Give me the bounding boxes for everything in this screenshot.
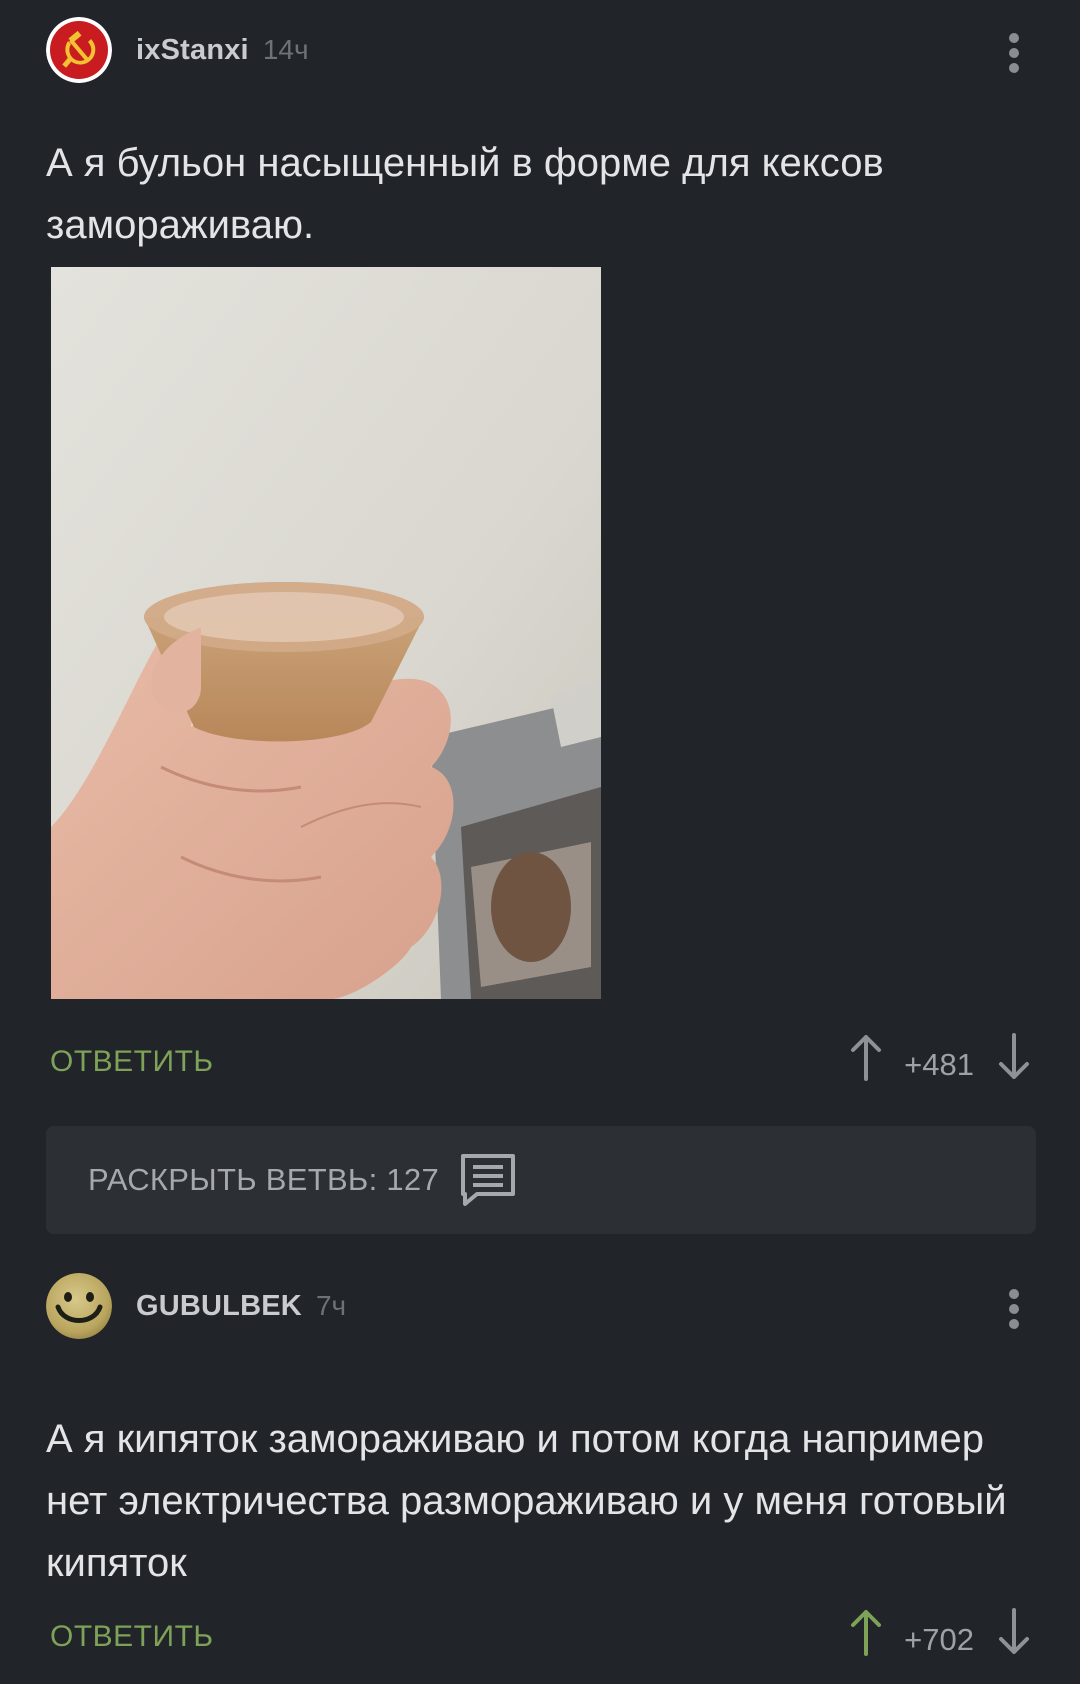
comment-header: GUBULBEK 7ч <box>46 1271 1080 1341</box>
smiley-face-icon <box>46 1273 112 1339</box>
comment: GUBULBEK 7ч А я кипяток замораживаю и по… <box>0 1270 1080 1684</box>
comment-text: А я кипяток замораживаю и потом когда на… <box>46 1417 1007 1585</box>
comment-time: 7ч <box>315 1290 347 1321</box>
expand-thread-label: РАСКРЫТЬ ВЕТВЬ: 127 <box>88 1162 440 1197</box>
comment: ixStanxi 14ч А я бульон насыщенный в фор… <box>0 0 1080 1120</box>
reply-button[interactable]: ОТВЕТИТЬ <box>50 1620 214 1654</box>
avatar[interactable] <box>46 17 112 83</box>
downvote-arrow-icon[interactable] <box>996 1033 1032 1081</box>
expand-thread-button[interactable]: РАСКРЫТЬ ВЕТВЬ: 127 <box>46 1126 1036 1234</box>
comment-actions: ОТВЕТИТЬ +481 <box>46 1033 1080 1093</box>
comment-photo[interactable] <box>51 267 601 999</box>
rating-value: +481 <box>904 1047 974 1082</box>
reply-button[interactable]: ОТВЕТИТЬ <box>50 1045 214 1079</box>
username[interactable]: ixStanxi <box>136 34 249 67</box>
hammer-sickle-icon <box>46 17 112 83</box>
rating-value: +702 <box>904 1622 974 1657</box>
avatar[interactable] <box>46 1273 112 1339</box>
upvote-arrow-icon[interactable] <box>848 1608 884 1656</box>
comment-text: А я бульон насыщенный в форме для кексов… <box>46 141 884 247</box>
upvote-arrow-icon[interactable] <box>848 1033 884 1081</box>
username[interactable]: GUBULBEK <box>136 1290 302 1323</box>
more-options-icon[interactable] <box>1008 33 1020 73</box>
downvote-arrow-icon[interactable] <box>996 1608 1032 1656</box>
comment-actions: ОТВЕТИТЬ +702 <box>46 1608 1080 1668</box>
comment-header: ixStanxi 14ч <box>46 15 1080 85</box>
comment-time: 14ч <box>262 34 309 65</box>
comments-icon <box>461 1154 516 1206</box>
more-options-icon[interactable] <box>1008 1289 1020 1329</box>
